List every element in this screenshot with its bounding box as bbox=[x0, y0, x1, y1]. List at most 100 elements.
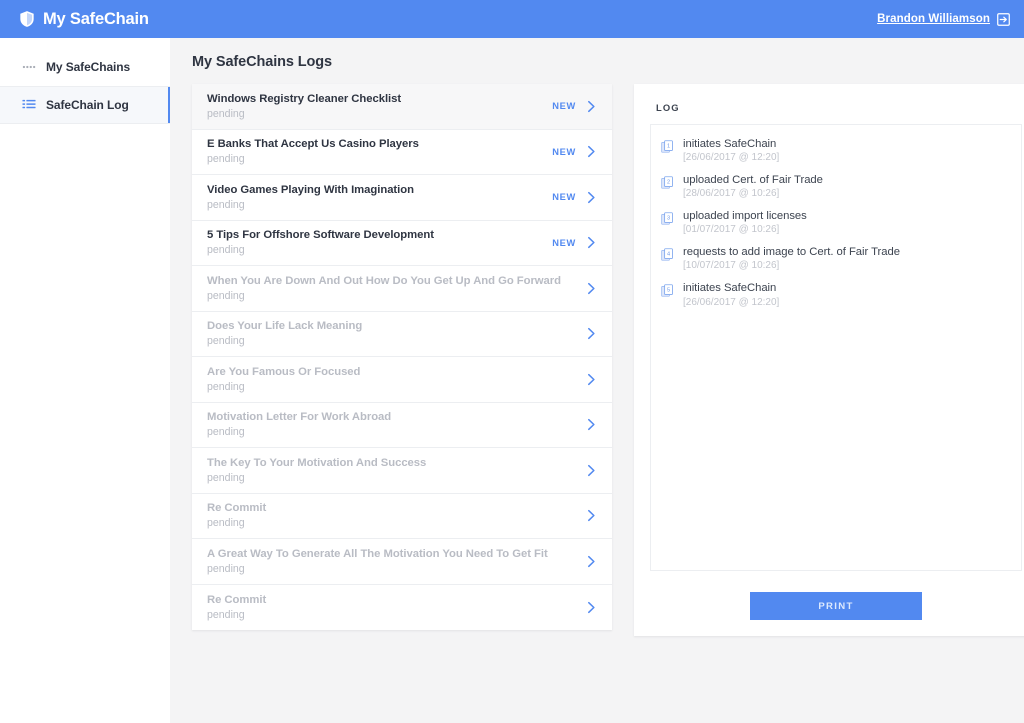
log-entry-timestamp: [01/07/2017 @ 10:26] bbox=[683, 224, 807, 236]
content-columns: Windows Registry Cleaner Checklist pendin… bbox=[192, 84, 1024, 636]
status-badge-new: NEW bbox=[552, 147, 576, 157]
chevron-right-icon[interactable] bbox=[587, 464, 596, 477]
row-text-group: Are You Famous Or Focused pending bbox=[207, 365, 577, 394]
row-text-group: When You Are Down And Out How Do You Get… bbox=[207, 274, 577, 303]
print-button-wrap: PRINT bbox=[650, 571, 1022, 620]
chevron-right-icon[interactable] bbox=[587, 145, 596, 158]
list-item: 1 initiates SafeChain[26/06/2017 @ 12:20] bbox=[661, 137, 1009, 164]
log-entry-text: uploaded import licenses[01/07/2017 @ 10… bbox=[683, 209, 807, 236]
table-row[interactable]: Are You Famous Or Focused pending bbox=[192, 357, 612, 403]
table-row[interactable]: Does Your Life Lack Meaning pending bbox=[192, 312, 612, 358]
sidebar-item-my-safechains[interactable]: My SafeChains bbox=[0, 48, 170, 86]
row-text-group: Motivation Letter For Work Abroadpending bbox=[207, 410, 577, 439]
chevron-right-icon[interactable] bbox=[587, 373, 596, 386]
row-title: Are You Famous Or Focused bbox=[207, 365, 577, 379]
log-entry-timestamp: [28/06/2017 @ 10:26] bbox=[683, 188, 823, 200]
row-status: pending bbox=[207, 109, 542, 121]
row-title: Windows Registry Cleaner Checklist bbox=[207, 92, 542, 106]
log-entry-text: requests to add image to Cert. of Fair T… bbox=[683, 245, 900, 272]
row-text-group: Re Commit pending bbox=[207, 593, 577, 622]
row-text-group: Windows Registry Cleaner Checklist pendin… bbox=[207, 92, 542, 121]
brand-name: My SafeChain bbox=[43, 10, 149, 29]
table-row[interactable]: When You Are Down And Out How Do You Get… bbox=[192, 266, 612, 312]
row-actions bbox=[577, 327, 596, 340]
user-account-area[interactable]: Brandon Williamson bbox=[877, 13, 1010, 26]
user-name-link[interactable]: Brandon Williamson bbox=[877, 13, 990, 25]
svg-text:4: 4 bbox=[667, 252, 670, 258]
log-panel-label: LOG bbox=[650, 102, 1022, 113]
status-badge-new: NEW bbox=[552, 101, 576, 111]
chevron-right-icon[interactable] bbox=[587, 191, 596, 204]
row-actions: NEW bbox=[542, 145, 596, 158]
table-row[interactable]: 5 Tips For Offshore Software Development… bbox=[192, 221, 612, 267]
chevron-right-icon[interactable] bbox=[587, 418, 596, 431]
chevron-right-icon[interactable] bbox=[587, 601, 596, 614]
table-row[interactable]: Re Commit pending bbox=[192, 585, 612, 631]
chevron-right-icon[interactable] bbox=[587, 100, 596, 113]
logout-arrow-icon[interactable] bbox=[997, 13, 1010, 26]
row-status: pending bbox=[207, 382, 577, 394]
log-entry-text: initiates SafeChain[26/06/2017 @ 12:20] bbox=[683, 281, 779, 308]
row-title: The Key To Your Motivation And Success bbox=[207, 456, 577, 470]
chevron-right-icon[interactable] bbox=[587, 555, 596, 568]
stacked-documents-icon: 1 bbox=[661, 140, 674, 153]
log-entry-action: uploaded import licenses bbox=[683, 209, 807, 223]
table-row[interactable]: E Banks That Accept Us Casino Playerspen… bbox=[192, 130, 612, 176]
row-actions: NEW bbox=[542, 236, 596, 249]
status-badge-new: NEW bbox=[552, 238, 576, 248]
table-row[interactable]: A Great Way To Generate All The Motivati… bbox=[192, 539, 612, 585]
table-row[interactable]: The Key To Your Motivation And Success pe… bbox=[192, 448, 612, 494]
log-entry-action: requests to add image to Cert. of Fair T… bbox=[683, 245, 900, 259]
log-entry-timestamp: [26/06/2017 @ 12:20] bbox=[683, 297, 779, 309]
row-text-group: A Great Way To Generate All The Motivati… bbox=[207, 547, 577, 576]
log-entry-text: initiates SafeChain[26/06/2017 @ 12:20] bbox=[683, 137, 779, 164]
chevron-right-icon[interactable] bbox=[587, 327, 596, 340]
row-title: A Great Way To Generate All The Motivati… bbox=[207, 547, 577, 561]
main-content: My SafeChains Logs Windows Registry Clea… bbox=[170, 38, 1024, 723]
log-entry-action: uploaded Cert. of Fair Trade bbox=[683, 173, 823, 187]
row-status: pending bbox=[207, 200, 542, 212]
row-title: Re Commit bbox=[207, 593, 577, 607]
row-title: Does Your Life Lack Meaning bbox=[207, 319, 577, 333]
log-entry-timestamp: [26/06/2017 @ 12:20] bbox=[683, 152, 779, 164]
row-actions bbox=[577, 601, 596, 614]
row-text-group: E Banks That Accept Us Casino Playerspen… bbox=[207, 137, 542, 166]
safechain-list-card: Windows Registry Cleaner Checklist pendin… bbox=[192, 84, 612, 630]
shield-icon bbox=[18, 10, 36, 28]
status-badge-new: NEW bbox=[552, 192, 576, 202]
row-status: pending bbox=[207, 610, 577, 622]
log-entry-timestamp: [10/07/2017 @ 10:26] bbox=[683, 260, 900, 272]
row-status: pending bbox=[207, 336, 577, 348]
sidebar-item-label: My SafeChains bbox=[46, 60, 130, 74]
row-status: pending bbox=[207, 564, 577, 576]
row-text-group: Video Games Playing With Imaginationpend… bbox=[207, 183, 542, 212]
chevron-right-icon[interactable] bbox=[587, 282, 596, 295]
table-row[interactable]: Video Games Playing With Imaginationpend… bbox=[192, 175, 612, 221]
row-title: E Banks That Accept Us Casino Players bbox=[207, 137, 542, 151]
row-title: 5 Tips For Offshore Software Development bbox=[207, 228, 542, 242]
row-status: pending bbox=[207, 291, 577, 303]
row-status: pending bbox=[207, 245, 542, 257]
chevron-right-icon[interactable] bbox=[587, 236, 596, 249]
table-row[interactable]: Windows Registry Cleaner Checklist pendin… bbox=[192, 84, 612, 130]
sidebar-nav: My SafeChains SafeChain Log bbox=[0, 38, 170, 723]
list-item: 2 uploaded Cert. of Fair Trade[28/06/2017… bbox=[661, 173, 1009, 200]
svg-text:1: 1 bbox=[667, 144, 670, 150]
brand-logo-group[interactable]: My SafeChain bbox=[18, 10, 149, 29]
row-actions: NEW bbox=[542, 100, 596, 113]
chevron-right-icon[interactable] bbox=[587, 509, 596, 522]
table-row[interactable]: Re Commitpending bbox=[192, 494, 612, 540]
stacked-documents-icon: 2 bbox=[661, 176, 674, 189]
row-text-group: The Key To Your Motivation And Success pe… bbox=[207, 456, 577, 485]
row-actions bbox=[577, 555, 596, 568]
stacked-documents-icon: 3 bbox=[661, 212, 674, 225]
stacked-documents-icon: 5 bbox=[661, 284, 674, 297]
app-shell: My SafeChains SafeChain Log My SafeChain… bbox=[0, 38, 1024, 723]
row-status: pending bbox=[207, 473, 577, 485]
row-title: When You Are Down And Out How Do You Get… bbox=[207, 274, 577, 288]
print-button[interactable]: PRINT bbox=[750, 592, 922, 620]
table-row[interactable]: Motivation Letter For Work Abroadpending bbox=[192, 403, 612, 449]
sidebar-item-safechain-log[interactable]: SafeChain Log bbox=[0, 86, 170, 124]
list-lines-icon bbox=[22, 98, 36, 112]
list-item: 3 uploaded import licenses[01/07/2017 @ 1… bbox=[661, 209, 1009, 236]
